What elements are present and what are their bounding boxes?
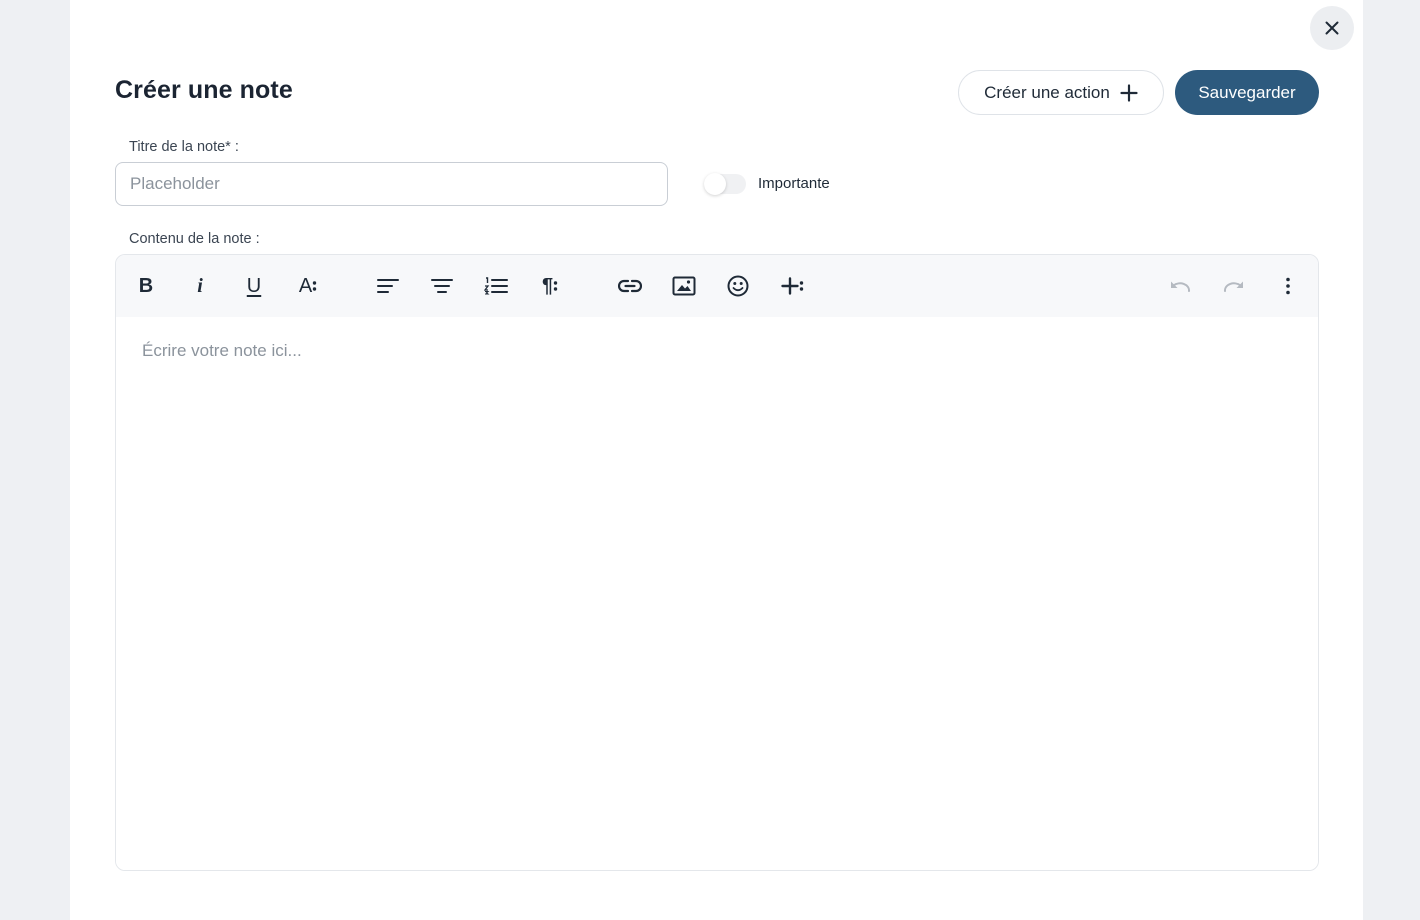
more-vertical-icon — [1286, 277, 1290, 295]
ordered-list-icon — [484, 277, 508, 295]
align-left-icon — [377, 279, 399, 293]
submenu-dots-icon — [799, 281, 803, 291]
create-action-button[interactable]: Créer une action — [958, 70, 1164, 115]
image-button[interactable] — [666, 268, 702, 304]
paragraph-menu-icon: ¶ — [542, 275, 558, 298]
underline-button[interactable]: U — [236, 268, 272, 304]
plus-icon — [1120, 83, 1138, 102]
align-left-button[interactable] — [370, 268, 406, 304]
note-title-input[interactable] — [115, 162, 668, 206]
save-button[interactable]: Sauvegarder — [1175, 70, 1319, 115]
font-size-button[interactable]: A — [290, 268, 326, 304]
image-icon — [672, 276, 696, 296]
emoji-button[interactable] — [720, 268, 756, 304]
rich-text-editor: B i U A ¶ Écrire votre note ici... — [115, 254, 1319, 871]
submenu-dots-icon — [553, 281, 558, 291]
more-options-button[interactable] — [1270, 268, 1306, 304]
undo-button[interactable] — [1162, 268, 1198, 304]
link-icon — [618, 279, 642, 293]
italic-button[interactable]: i — [182, 268, 218, 304]
toggle-knob — [704, 173, 726, 195]
submenu-dots-icon — [312, 281, 317, 291]
align-center-icon — [431, 279, 453, 293]
note-title-label: Titre de la note* : — [129, 139, 239, 155]
insert-button[interactable] — [774, 268, 810, 304]
redo-button[interactable] — [1216, 268, 1252, 304]
note-content-label: Contenu de la note : — [129, 231, 260, 247]
redo-icon — [1223, 281, 1243, 292]
create-action-label: Créer une action — [984, 82, 1110, 102]
close-icon — [1325, 21, 1339, 35]
close-button[interactable] — [1310, 6, 1354, 50]
italic-icon: i — [197, 274, 203, 297]
link-button[interactable] — [612, 268, 648, 304]
important-label: Importante — [758, 175, 830, 192]
emoji-icon — [727, 275, 749, 297]
undo-icon — [1171, 281, 1191, 292]
editor-toolbar: B i U A ¶ — [116, 255, 1318, 317]
insert-menu-icon — [780, 277, 804, 295]
bold-icon: B — [138, 274, 154, 297]
paragraph-button[interactable]: ¶ — [532, 268, 568, 304]
font-size-menu-icon: A — [299, 275, 317, 298]
important-toggle[interactable] — [704, 173, 746, 195]
page-title: Créer une note — [115, 76, 293, 104]
bold-button[interactable]: B — [128, 268, 164, 304]
ordered-list-button[interactable] — [478, 268, 514, 304]
align-center-button[interactable] — [424, 268, 460, 304]
create-note-modal: Créer une note Créer une action Sauvegar… — [70, 0, 1363, 920]
note-content-editor[interactable] — [116, 317, 1318, 870]
underline-icon: U — [246, 274, 262, 297]
